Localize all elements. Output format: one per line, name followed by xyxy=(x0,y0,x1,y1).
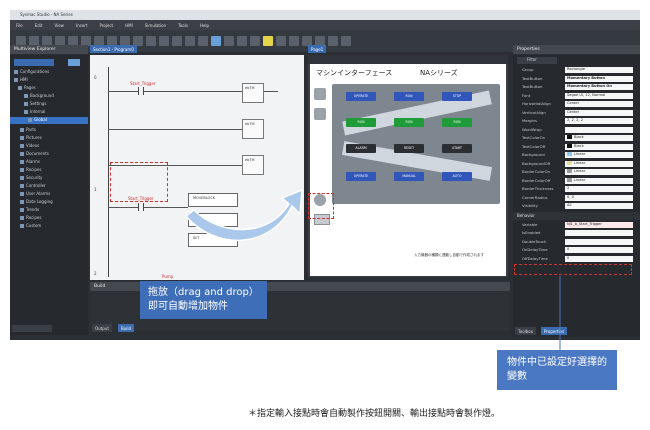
drag-drop-text-1: 拖放（drag and drop） xyxy=(148,287,259,298)
variable-text-2: 變數 xyxy=(507,371,527,382)
variable-callout: 物件中已設定好選擇的 變數 xyxy=(497,350,617,390)
variable-text-1: 物件中已設定好選擇的 xyxy=(507,357,607,368)
footnote: ＊指定輸入接點時會自動製作按鈕開關、輸出接點時會製作燈。 xyxy=(248,409,501,419)
drag-drop-callout: 拖放（drag and drop） 即可自動增加物件 xyxy=(140,281,267,319)
drag-arrow-shape xyxy=(184,188,303,242)
drag-drop-text-2: 即可自動增加物件 xyxy=(148,301,228,312)
